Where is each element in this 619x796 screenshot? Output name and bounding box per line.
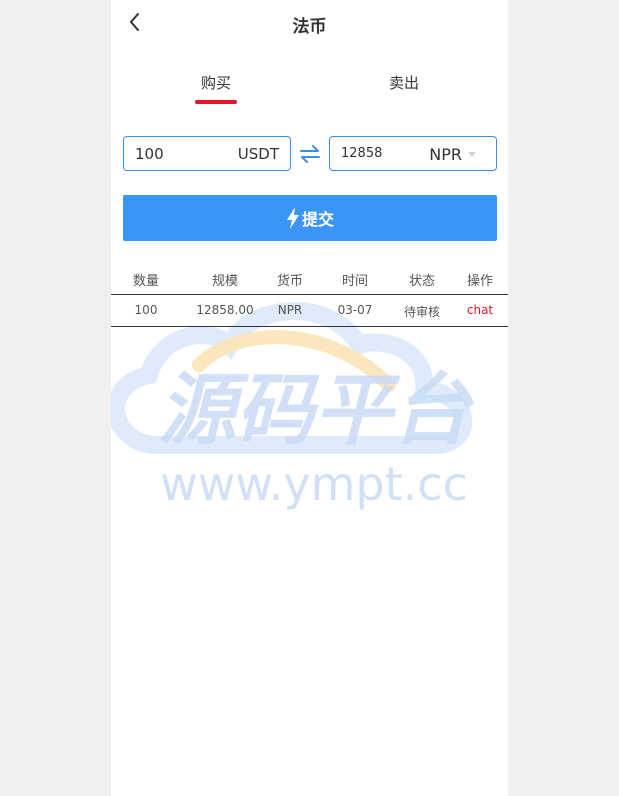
caret-down-icon[interactable] — [468, 152, 476, 157]
usdt-amount-input[interactable] — [124, 137, 224, 170]
column-header-currency: 货币 — [276, 274, 303, 289]
column-header-quantity: 数量 — [132, 274, 159, 289]
order-table: 数量 规模 货币 时间 状态 操作 100 12858.00 NPR 03-07… — [111, 262, 508, 327]
table-row: 100 12858.00 NPR 03-07 待审核 chat — [111, 295, 508, 327]
tab-buy[interactable]: 购买 — [156, 72, 276, 93]
submit-button[interactable]: 提交 — [123, 195, 497, 241]
usdt-amount-field: USDT — [123, 136, 291, 171]
column-header-scale: 规模 — [211, 274, 238, 289]
table-header: 数量 规模 货币 时间 状态 操作 — [111, 262, 508, 295]
column-header-status: 状态 — [408, 274, 435, 289]
cell-status: 待审核 — [403, 305, 440, 319]
cell-currency: NPR — [277, 303, 303, 317]
cell-quantity: 100 — [134, 303, 158, 317]
tab-sell[interactable]: 卖出 — [344, 72, 464, 93]
swap-icon[interactable] — [298, 143, 322, 165]
header-bar: 法币 — [111, 0, 508, 46]
app-screen: 源码平台 www.ympt.cc 法币 购买 卖出 USDT NPR 提交 数量… — [111, 0, 508, 796]
column-header-time: 时间 — [341, 274, 368, 289]
active-tab-indicator — [195, 100, 237, 104]
watermark-text-url: www.ympt.cc — [160, 457, 468, 511]
watermark-logo: 源码平台 www.ympt.cc — [111, 302, 475, 511]
npr-amount-input[interactable] — [330, 137, 420, 170]
trade-tabs: 购买 卖出 — [111, 64, 508, 108]
submit-label: 提交 — [301, 210, 334, 229]
page-title: 法币 — [292, 17, 327, 37]
column-header-action: 操作 — [466, 274, 493, 289]
lightning-icon — [286, 207, 299, 229]
cell-time: 03-07 — [337, 303, 373, 317]
npr-amount-field: NPR — [329, 136, 497, 171]
usdt-unit-label: USDT — [237, 145, 279, 163]
chat-link[interactable]: chat — [451, 303, 508, 317]
currency-select[interactable]: NPR — [429, 145, 462, 164]
watermark-text-cn: 源码平台 — [158, 366, 475, 456]
cell-scale: 12858.00 — [196, 303, 254, 317]
